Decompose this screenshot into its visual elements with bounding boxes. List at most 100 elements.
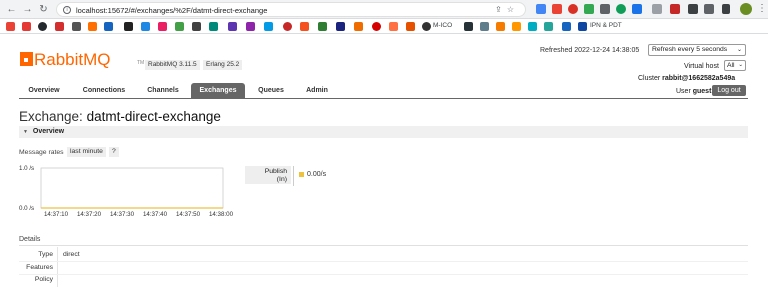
bookmark-icon[interactable] [22, 22, 31, 31]
tab-connections[interactable]: Connections [74, 83, 134, 99]
bookmark-label[interactable]: IPN & PDT [590, 22, 622, 29]
reload-icon[interactable]: ↻ [38, 4, 49, 15]
details-heading: Details [19, 236, 41, 243]
bookmark-icon[interactable] [283, 22, 292, 31]
bookmark-icon[interactable] [228, 22, 237, 31]
chart-plot-area [40, 167, 224, 209]
logout-button[interactable]: Log out [712, 85, 746, 96]
virtual-host-select[interactable]: All ⌄ [724, 60, 746, 71]
extension-icon[interactable] [616, 4, 626, 14]
extension-icon[interactable] [584, 4, 594, 14]
bookmark-icon[interactable] [124, 22, 133, 31]
bookmark-icon[interactable] [496, 22, 505, 31]
menu-icon[interactable]: ⋮ [757, 3, 767, 14]
bookmark-icon[interactable] [6, 22, 15, 31]
title-prefix: Exchange: [19, 109, 83, 124]
extension-icon[interactable] [552, 4, 562, 14]
bookmark-icon[interactable] [578, 22, 587, 31]
bookmark-icon[interactable] [192, 22, 201, 31]
publish-rate-value: 0.00/s [307, 171, 327, 178]
extension-icon[interactable] [688, 4, 698, 14]
tab-admin[interactable]: Admin [297, 83, 337, 99]
url-text: localhost:15672/#/exchanges/%2F/datmt-di… [76, 6, 268, 15]
user-info: User guest [676, 88, 711, 95]
tab-channels[interactable]: Channels [139, 83, 187, 99]
bookmark-icon[interactable] [158, 22, 167, 31]
puzzle-icon[interactable] [704, 4, 714, 14]
extension-icon[interactable] [632, 4, 642, 14]
bookmark-icon[interactable] [104, 22, 113, 31]
chart-y-tick-label: 0.0 /s [19, 205, 34, 212]
bookmark-icon[interactable] [300, 22, 309, 31]
bookmark-icon[interactable] [354, 22, 363, 31]
address-bar-actions[interactable]: ⇪☆ [495, 5, 519, 14]
camera-icon[interactable] [652, 4, 662, 14]
address-bar[interactable]: i localhost:15672/#/exchanges/%2F/datmt-… [56, 2, 526, 17]
chart-x-tick-label: 14:37:10 [44, 211, 69, 218]
cluster-info: Cluster rabbit@1662582a549a [638, 75, 735, 82]
bookmark-icon[interactable] [336, 22, 345, 31]
bookmark-icon[interactable] [528, 22, 537, 31]
bookmarks-bar: M-ICO IPN & PDT [0, 19, 768, 34]
triangle-down-icon: ▼ [23, 129, 28, 135]
chart-y-tick-label: 1.0 /s [19, 165, 34, 172]
bookmark-icon[interactable] [562, 22, 571, 31]
detail-key-policy: Policy [34, 276, 53, 283]
overview-section-toggle[interactable]: ▼ Overview [19, 126, 748, 138]
angular-icon[interactable] [670, 4, 680, 14]
bookmark-icon[interactable] [72, 22, 81, 31]
bookmark-icon[interactable] [141, 22, 150, 31]
extension-icon[interactable] [568, 4, 578, 14]
tab-exchanges[interactable]: Exchanges [191, 83, 245, 99]
chart-x-tick-label: 14:37:20 [77, 211, 102, 218]
bookmark-icon[interactable] [422, 22, 431, 31]
chart-x-tick-label: 14:37:30 [110, 211, 135, 218]
github-icon[interactable] [38, 22, 47, 31]
bookmark-icon[interactable] [175, 22, 184, 31]
bookmark-icon[interactable] [264, 22, 273, 31]
rates-range-selector[interactable]: last minute [67, 147, 106, 157]
user-label: User [676, 88, 691, 95]
refresh-interval-select[interactable]: Refresh every 5 seconds ⌄ [648, 44, 746, 56]
bookmark-icon[interactable] [544, 22, 553, 31]
bookmark-icon[interactable] [372, 22, 381, 31]
detail-key-type: Type [38, 251, 53, 258]
tab-underline [19, 98, 748, 99]
sidebar-icon[interactable] [722, 4, 730, 14]
cluster-name: rabbit@1662582a549a [662, 75, 736, 82]
bookmark-label[interactable]: M-ICO [433, 22, 452, 29]
tab-queues[interactable]: Queues [250, 83, 292, 99]
user-name: guest [692, 88, 712, 95]
publish-label-line1: Publish [264, 168, 287, 175]
bookmark-icon[interactable] [246, 22, 255, 31]
row-divider [19, 274, 748, 275]
tab-overview[interactable]: Overview [19, 83, 69, 99]
virtual-host-value: All [727, 62, 735, 69]
exchange-name: datmt-direct-exchange [86, 109, 221, 124]
bookmark-icon[interactable] [209, 22, 218, 31]
trademark: TM [137, 60, 145, 66]
chevron-down-icon: ⌄ [736, 47, 742, 53]
site-info-icon[interactable]: i [63, 6, 71, 14]
extension-icon[interactable] [600, 4, 610, 14]
detail-key-features: Features [26, 264, 53, 271]
bookmark-icon[interactable] [464, 22, 473, 31]
bookmark-icon[interactable] [389, 22, 398, 31]
forward-icon[interactable]: → [22, 4, 33, 15]
extension-icon[interactable] [536, 4, 546, 14]
page-title: Exchange: datmt-direct-exchange [19, 109, 221, 124]
legend-divider [293, 166, 294, 186]
help-button[interactable]: ? [109, 147, 119, 157]
bookmark-icon[interactable] [406, 22, 415, 31]
details-column-divider [57, 247, 58, 287]
back-icon[interactable]: ← [6, 4, 17, 15]
bookmark-icon[interactable] [318, 22, 327, 31]
bookmark-icon[interactable] [480, 22, 489, 31]
refresh-interval-value: Refresh every 5 seconds [652, 46, 728, 53]
youtube-icon[interactable] [55, 22, 64, 31]
rabbitmq-version-badge: RabbitMQ 3.11.5 [145, 60, 200, 70]
publish-label-line2: (In) [276, 175, 287, 183]
bookmark-icon[interactable] [512, 22, 521, 31]
profile-avatar[interactable] [740, 3, 752, 15]
bookmark-icon[interactable] [88, 22, 97, 31]
